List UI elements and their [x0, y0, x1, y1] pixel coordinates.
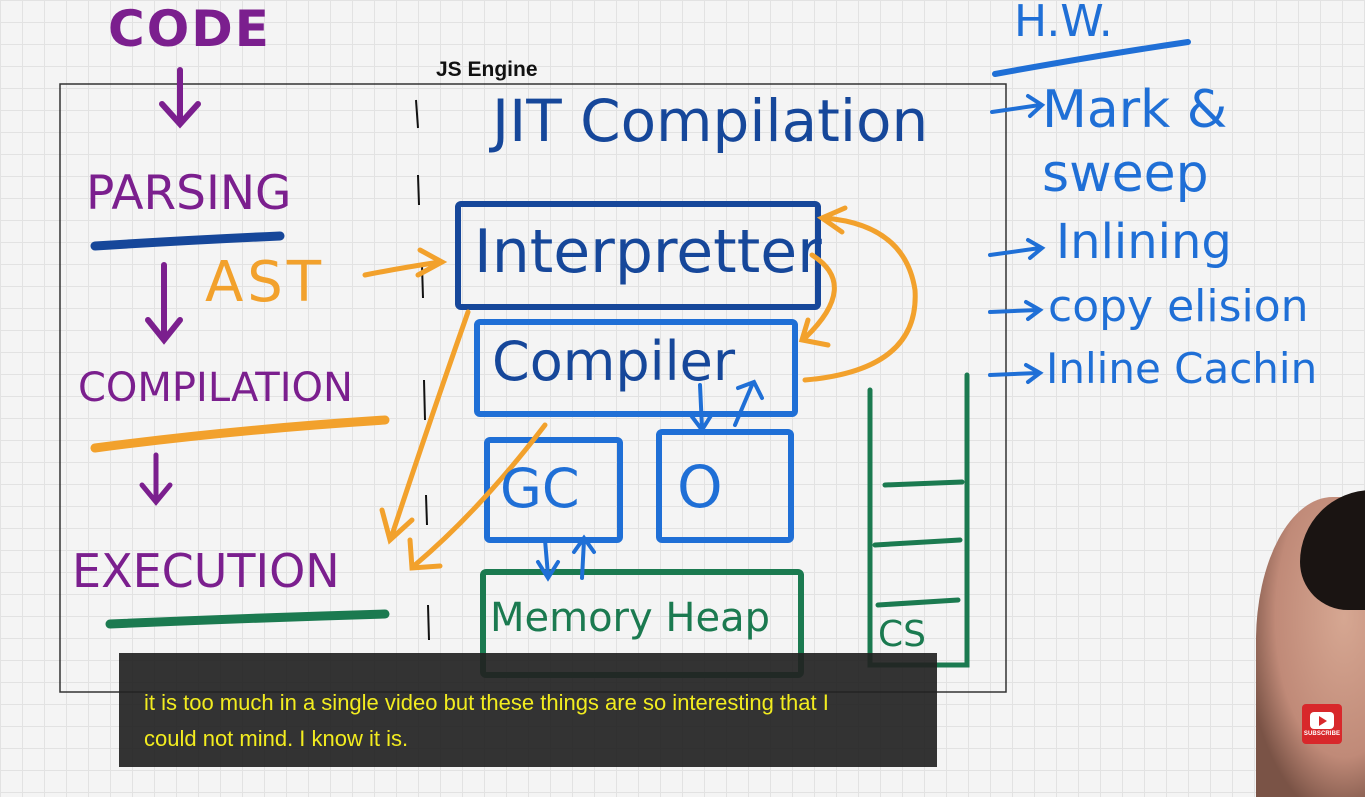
hw-item-copy-elision: copy elision — [1048, 281, 1309, 332]
hw-arrow-4 — [988, 363, 1044, 384]
hw-item-inline-caching: Inline Cachin — [1046, 344, 1318, 393]
hw-arrow-3 — [988, 300, 1044, 321]
label-jit: JIT Compilation — [492, 87, 929, 155]
label-call-stack: CS — [878, 614, 926, 655]
compiler-o-arrow-up — [733, 379, 764, 427]
compilation-underline — [90, 415, 390, 453]
engine-title: JS Engine — [436, 58, 538, 81]
ast-arrow — [362, 247, 448, 278]
label-compiler: Compiler — [492, 330, 736, 393]
caption-line-2: could not mind. I know it is. — [144, 726, 409, 751]
arrow-compilation-execution — [139, 452, 173, 506]
execution-underline — [105, 609, 390, 629]
label-interpreter: Interpretter — [474, 217, 822, 287]
interp-to-exec-arrow — [379, 309, 471, 545]
arrow-code-parsing — [159, 67, 201, 129]
label-parsing: PARSING — [86, 166, 292, 221]
label-execution: EXECUTION — [72, 544, 340, 598]
parsing-underline — [90, 231, 285, 251]
arrow-parsing-compilation — [145, 262, 183, 345]
label-code: CODE — [108, 0, 271, 58]
hw-arrow-2 — [988, 238, 1046, 260]
subscribe-label: SUBSCRIBE — [1303, 730, 1341, 737]
caption-box: it is too much in a single video but the… — [119, 653, 937, 767]
hw-item-mark-sweep: Mark & sweep — [1042, 80, 1228, 204]
hw-item-inlining: Inlining — [1056, 214, 1232, 270]
label-memory-heap: Memory Heap — [490, 595, 770, 641]
youtube-play-icon — [1310, 711, 1334, 729]
label-gc: GC — [500, 457, 580, 520]
label-compilation: COMPILATION — [78, 365, 353, 411]
label-ast: AST — [205, 250, 326, 315]
subscribe-button[interactable]: SUBSCRIBE — [1302, 704, 1342, 744]
label-o: O — [677, 453, 723, 521]
caption-line-1: it is too much in a single video but the… — [144, 690, 829, 715]
hw-heading: H.W. — [1014, 0, 1113, 47]
hw-arrow-1 — [990, 94, 1046, 118]
